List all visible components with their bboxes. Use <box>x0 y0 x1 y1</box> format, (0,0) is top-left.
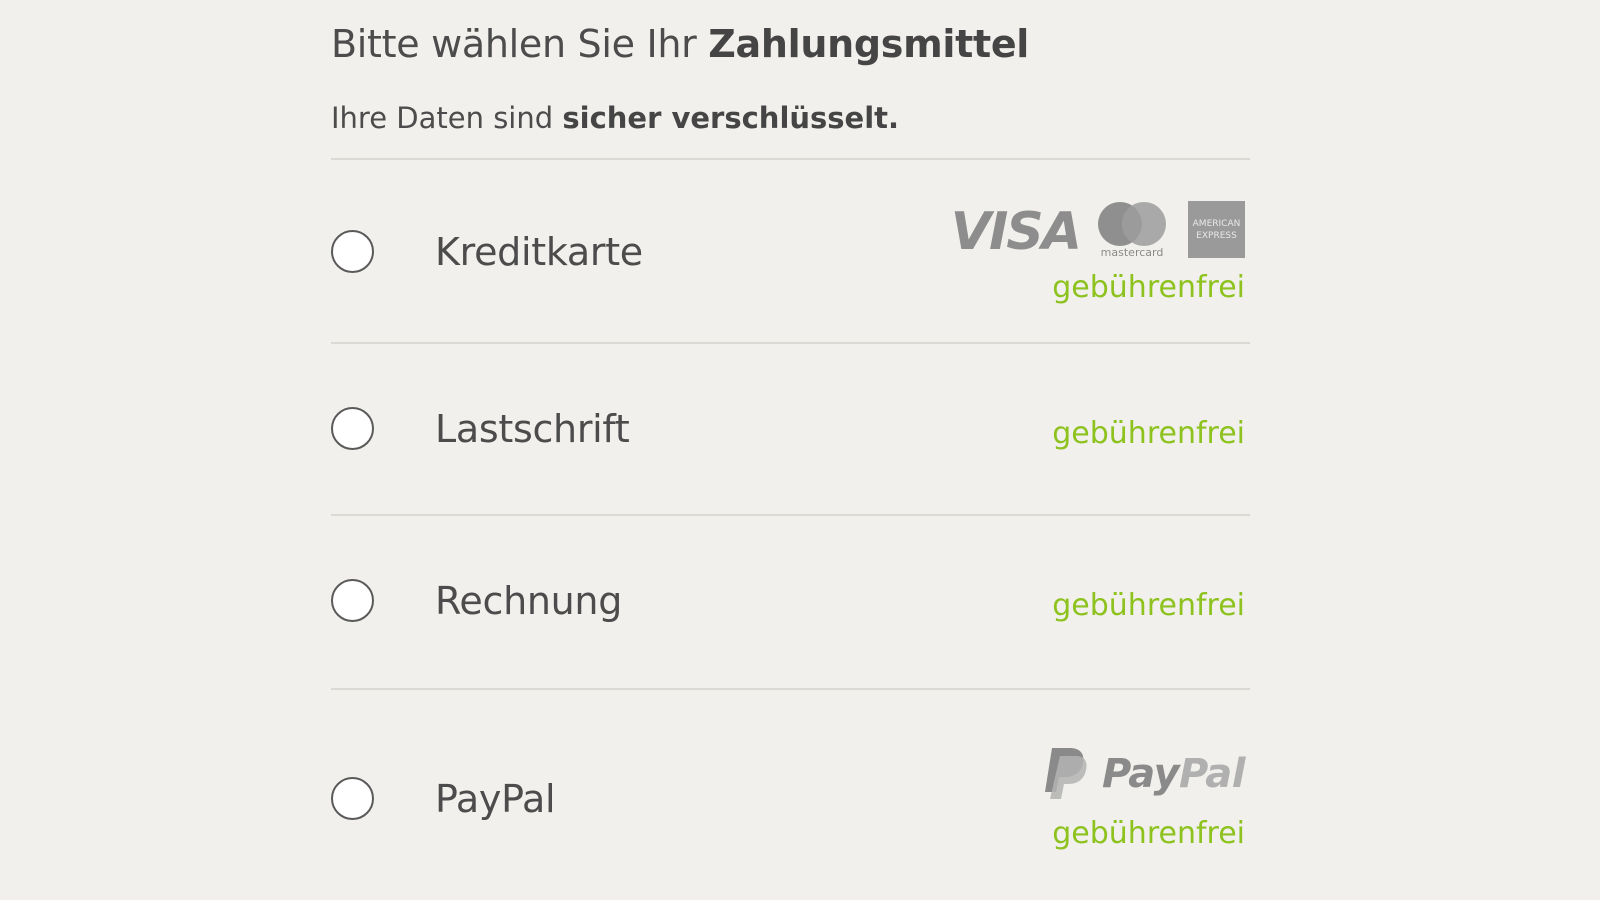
payment-option-lastschrift[interactable]: Lastschrift gebührenfrei <box>331 344 1250 514</box>
radio-paypal[interactable] <box>331 777 374 820</box>
fee-lastschrift: gebührenfrei <box>1052 416 1245 451</box>
card-logos: VISA mastercard AMERICAN EXPRESS <box>951 200 1245 258</box>
paypal-logo: PayPal <box>1042 746 1245 802</box>
payment-option-paypal[interactable]: PayPal PayPal gebührenfrei <box>331 690 1250 900</box>
page-title: Bitte wählen Sie Ihr Zahlungsmittel <box>331 22 1029 66</box>
paypal-p-icon <box>1044 748 1087 799</box>
paypal-wordmark-pal: Pal <box>1179 751 1245 797</box>
security-emphasis: sicher verschlüsselt. <box>562 101 900 135</box>
radio-rechnung[interactable] <box>331 579 374 622</box>
option-label-paypal: PayPal <box>435 777 556 821</box>
option-label-rechnung: Rechnung <box>435 579 623 623</box>
option-label-lastschrift: Lastschrift <box>435 407 630 451</box>
paypal-wordmark-pay: Pay <box>1101 751 1180 797</box>
security-prefix: Ihre Daten sind <box>331 101 563 135</box>
payment-page: Bitte wählen Sie Ihr Zahlungsmittel Ihre… <box>0 0 1600 900</box>
fee-kreditkarte: gebührenfrei <box>1052 270 1245 305</box>
paypal-wordmark: PayPal <box>1101 751 1246 797</box>
radio-lastschrift[interactable] <box>331 407 374 450</box>
fee-rechnung: gebührenfrei <box>1052 588 1245 623</box>
amex-line1: AMERICAN <box>1193 219 1241 229</box>
option-label-kreditkarte: Kreditkarte <box>435 230 643 274</box>
mastercard-wordmark: mastercard <box>1101 246 1164 258</box>
title-emphasis: Zahlungsmittel <box>708 22 1030 66</box>
visa-logo: VISA <box>950 202 1082 262</box>
title-prefix: Bitte wählen Sie Ihr <box>331 22 709 66</box>
fee-paypal: gebührenfrei <box>1052 816 1245 851</box>
payment-option-rechnung[interactable]: Rechnung gebührenfrei <box>331 516 1250 688</box>
amex-logo: AMERICAN EXPRESS <box>1188 201 1245 258</box>
mastercard-logo: mastercard <box>1098 202 1166 258</box>
payment-option-kreditkarte[interactable]: Kreditkarte VISA mastercard AMERICAN EXP… <box>331 160 1250 342</box>
radio-kreditkarte[interactable] <box>331 230 374 273</box>
amex-line2: EXPRESS <box>1196 231 1237 241</box>
security-notice: Ihre Daten sind sicher verschlüsselt. <box>331 101 899 135</box>
